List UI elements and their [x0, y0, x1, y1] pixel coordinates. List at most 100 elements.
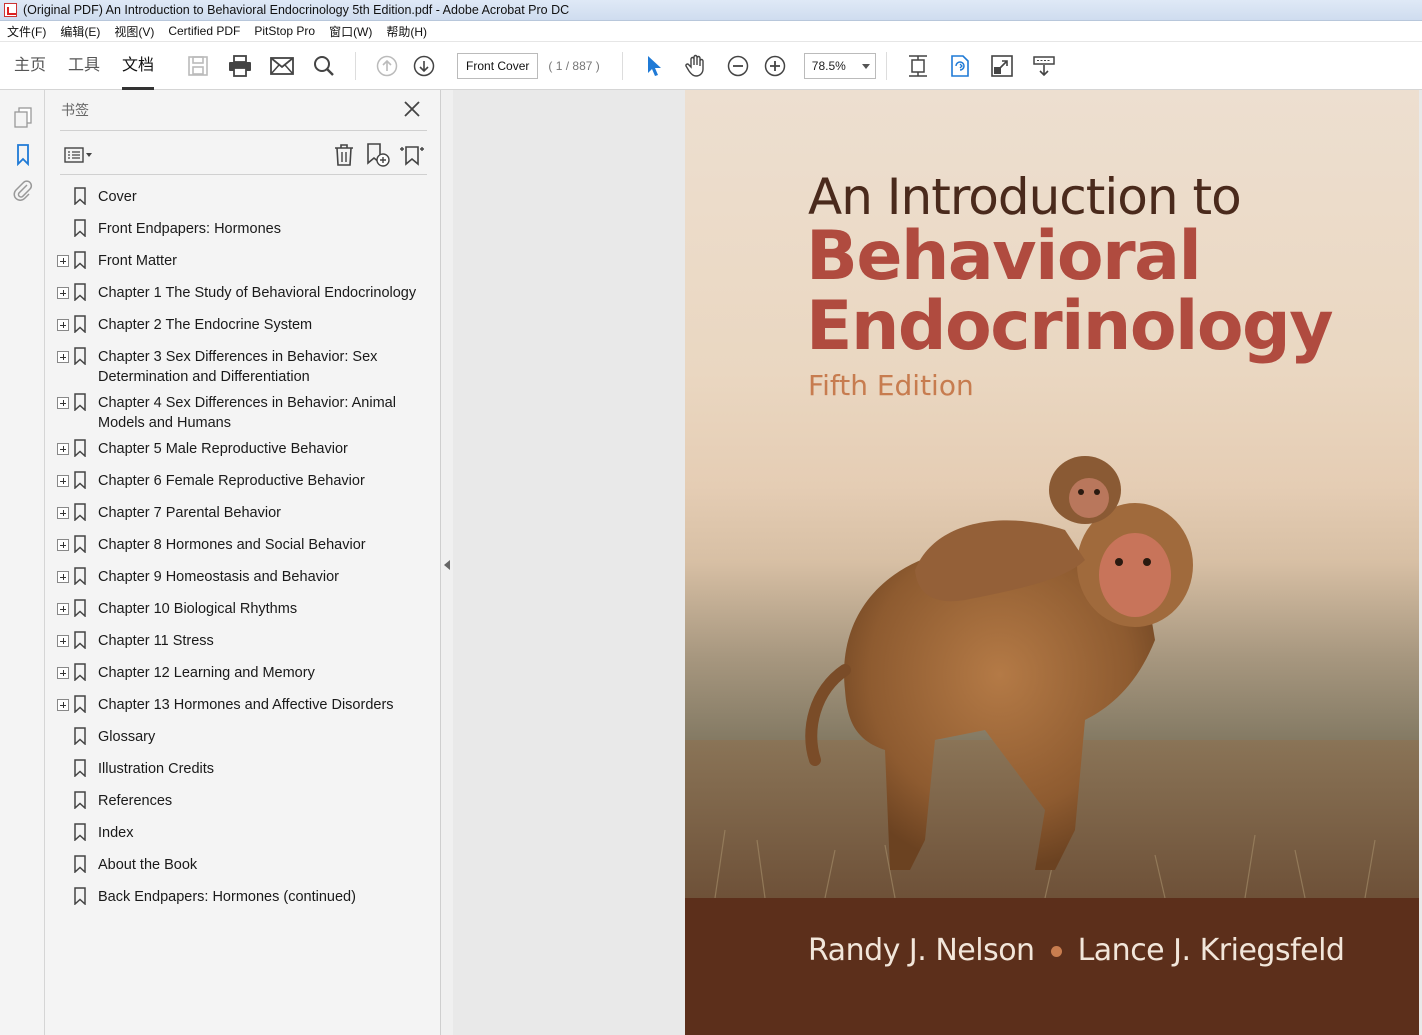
bookmark-label: Chapter 10 Biological Rhythms: [98, 601, 298, 617]
bookmark-item[interactable]: References: [55, 790, 435, 822]
expand-icon[interactable]: [57, 635, 69, 647]
menu-help[interactable]: 帮助(H): [379, 23, 434, 40]
bookmark-item[interactable]: Index: [55, 822, 435, 854]
bookmark-item[interactable]: Chapter 4 Sex Differences in Behavior: A…: [55, 392, 435, 438]
next-page-button[interactable]: [408, 50, 440, 82]
expand-icon[interactable]: [57, 287, 69, 299]
read-mode-button[interactable]: [1028, 50, 1060, 82]
search-button[interactable]: [308, 50, 340, 82]
save-icon: [188, 55, 208, 76]
bookmark-item[interactable]: Chapter 13 Hormones and Affective Disord…: [55, 694, 435, 726]
fit-page-button[interactable]: [902, 50, 934, 82]
bookmark-item[interactable]: Chapter 10 Biological Rhythms: [55, 598, 435, 630]
panel-splitter[interactable]: [441, 90, 453, 1035]
bookmark-item[interactable]: Illustration Credits: [55, 758, 435, 790]
expand-icon[interactable]: [57, 571, 69, 583]
save-button[interactable]: [182, 50, 214, 82]
rotate-view-button[interactable]: [944, 50, 976, 82]
new-bookmark-button[interactable]: [363, 140, 393, 170]
zoom-select[interactable]: 78.5%: [803, 52, 876, 79]
bookmark-item[interactable]: Chapter 1 The Study of Behavioral Endocr…: [55, 282, 435, 314]
search-icon: [314, 55, 334, 76]
bookmark-label: Chapter 6 Female Reproductive Behavior: [98, 473, 365, 489]
author-2: Lance J. Kriegsfeld: [1077, 933, 1345, 968]
bookmark-item[interactable]: Chapter 12 Learning and Memory: [55, 662, 435, 694]
email-button[interactable]: [266, 50, 298, 82]
bookmark-item[interactable]: Front Matter: [55, 250, 435, 282]
tab-document[interactable]: 文档: [122, 42, 155, 90]
bookmarks-button[interactable]: [9, 141, 37, 169]
zoom-in-button[interactable]: [759, 50, 791, 82]
expand-icon[interactable]: [57, 475, 69, 487]
expand-icon[interactable]: [57, 603, 69, 615]
bookmark-item[interactable]: Glossary: [55, 726, 435, 758]
previous-page-button[interactable]: [371, 50, 403, 82]
menu-bar: 文件(F) 编辑(E) 视图(V) Certified PDF PitStop …: [0, 21, 1422, 42]
page-number-input[interactable]: Front Cover: [457, 52, 539, 79]
expand-icon[interactable]: [57, 255, 69, 267]
zoom-out-button[interactable]: [722, 50, 754, 82]
bookmark-item[interactable]: Chapter 3 Sex Differences in Behavior: S…: [55, 346, 435, 392]
bookmark-options-button[interactable]: [62, 140, 96, 170]
bookmark-item[interactable]: Chapter 2 The Endocrine System: [55, 314, 435, 346]
menu-edit[interactable]: 编辑(E): [53, 23, 107, 40]
fullscreen-button[interactable]: [986, 50, 1018, 82]
bookmark-label: Front Matter: [98, 253, 177, 269]
bookmark-label: Cover: [98, 189, 137, 205]
expand-icon[interactable]: [57, 351, 69, 363]
page-count: ( 1 / 887 ): [548, 58, 600, 73]
expand-icon[interactable]: [57, 319, 69, 331]
bookmark-item[interactable]: Chapter 5 Male Reproductive Behavior: [55, 438, 435, 470]
bookmark-item[interactable]: Chapter 11 Stress: [55, 630, 435, 662]
menu-certified-pdf[interactable]: Certified PDF: [161, 24, 247, 38]
bookmark-item[interactable]: Chapter 7 Parental Behavior: [55, 502, 435, 534]
separator-dot: [1050, 946, 1062, 957]
menu-pitstop-pro[interactable]: PitStop Pro: [247, 24, 322, 38]
bookmark-icon: [74, 599, 86, 617]
expand-icon[interactable]: [57, 443, 69, 455]
zoom-out-icon: [727, 55, 749, 76]
bookmark-item[interactable]: About the Book: [55, 854, 435, 886]
menu-file[interactable]: 文件(F): [0, 23, 53, 40]
bookmark-icon: [74, 439, 86, 457]
bookmark-item[interactable]: Chapter 8 Hormones and Social Behavior: [55, 534, 435, 566]
bookmark-item[interactable]: Back Endpapers: Hormones (continued): [55, 886, 435, 918]
bookmark-icon: [74, 695, 86, 713]
panel-divider: [60, 174, 427, 175]
bookmark-icon: [74, 393, 86, 411]
hand-tool-button[interactable]: [680, 50, 712, 82]
menu-window[interactable]: 窗口(W): [322, 23, 379, 40]
print-button[interactable]: [224, 50, 256, 82]
expand-bookmark-button[interactable]: [397, 140, 427, 170]
bookmark-icon: [74, 855, 86, 873]
bookmark-item[interactable]: Front Endpapers: Hormones: [55, 218, 435, 250]
page-thumbnails-button[interactable]: [9, 104, 37, 132]
collapse-panel-arrow-icon[interactable]: [444, 560, 450, 570]
expand-icon[interactable]: [57, 397, 69, 409]
attachments-button[interactable]: [9, 176, 37, 204]
bookmark-label: Chapter 11 Stress: [98, 633, 214, 649]
bookmark-item[interactable]: Chapter 9 Homeostasis and Behavior: [55, 566, 435, 598]
menu-view[interactable]: 视图(V): [107, 23, 161, 40]
select-tool-button[interactable]: [638, 50, 670, 82]
pdf-cover-page[interactable]: An Introduction to Behavioral Endocrinol…: [685, 90, 1419, 1035]
expand-icon[interactable]: [57, 667, 69, 679]
print-icon: [229, 54, 252, 77]
delete-bookmark-button[interactable]: [329, 140, 359, 170]
bookmark-item[interactable]: Chapter 6 Female Reproductive Behavior: [55, 470, 435, 502]
options-icon: [64, 147, 92, 163]
chevron-down-icon: [861, 63, 870, 69]
bookmark-icon: [74, 315, 86, 333]
close-panel-button[interactable]: [401, 98, 423, 120]
expand-icon[interactable]: [57, 539, 69, 551]
expand-icon[interactable]: [57, 699, 69, 711]
bookmark-icon: [17, 144, 29, 166]
tab-home[interactable]: 主页: [14, 42, 46, 90]
bookmark-item[interactable]: Cover: [55, 186, 435, 218]
bookmark-label: Chapter 5 Male Reproductive Behavior: [98, 441, 348, 457]
expand-bookmark-icon: [400, 146, 424, 166]
tab-tools[interactable]: 工具: [68, 42, 100, 90]
expand-icon[interactable]: [57, 507, 69, 519]
